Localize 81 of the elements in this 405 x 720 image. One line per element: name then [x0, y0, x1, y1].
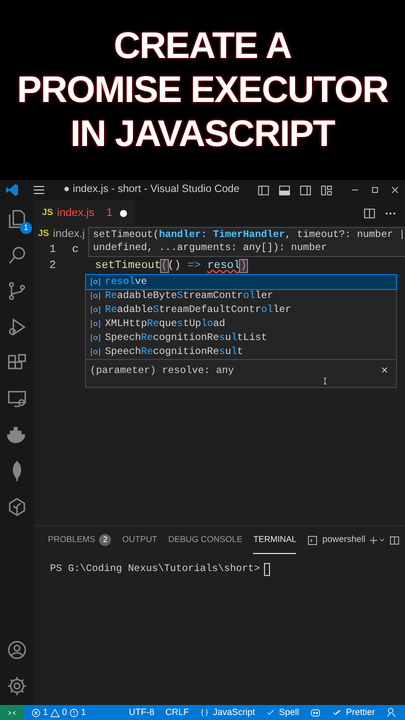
tab-label: index.js: [57, 206, 94, 221]
suggestion-detail: (parameter) resolve: any: [90, 364, 236, 379]
secondary-sidebar-icon[interactable]: [299, 184, 312, 196]
tree-icon[interactable]: [6, 496, 28, 518]
app-logo-icon: [4, 182, 20, 198]
breadcrumb[interactable]: index.j: [53, 226, 85, 242]
panel-tab[interactable]: TERMINAL: [253, 526, 296, 554]
close-icon[interactable]: [389, 184, 401, 196]
source-control-icon[interactable]: [6, 280, 28, 302]
count-badge: 2: [99, 534, 112, 546]
variable-icon: [90, 291, 101, 301]
settings-icon[interactable]: [6, 675, 28, 697]
terminal-prompt: PS G:\Coding Nexus\Tutorials\short>: [50, 562, 260, 577]
panel-tab[interactable]: DEBUG CONSOLE: [168, 526, 242, 554]
suggestion-label: SpeechRecognitionResult: [105, 346, 244, 360]
suggestion-item[interactable]: XMLHttpRequestUpload: [86, 317, 396, 331]
menu-icon[interactable]: [32, 183, 46, 197]
signature-text: setTimeout(handler: TimerHandler, timeout?: number |: [93, 229, 403, 242]
code-line: setTimeout(() => resol): [94, 258, 247, 274]
suggestion-item[interactable]: SpeechRecognitionResultList: [86, 331, 396, 345]
variable-icon: [90, 319, 101, 329]
sidebar-toggle-icon[interactable]: [257, 184, 270, 196]
copilot-icon[interactable]: [310, 707, 321, 718]
suggestion-label: SpeechRecognitionResultList: [105, 332, 268, 346]
add-terminal-icon[interactable]: [368, 534, 380, 546]
suggestion-label: ReadableStreamDefaultController: [105, 304, 292, 318]
panel-tab[interactable]: OUTPUT: [122, 526, 158, 554]
spell-status[interactable]: Spell: [266, 706, 299, 720]
headline-text: IN JAVASCRIPT: [70, 112, 335, 156]
text-cursor-icon: [321, 375, 329, 387]
terminal-cursor-icon: [264, 563, 270, 576]
files-icon[interactable]: [6, 208, 28, 230]
window-title: ● index.js - short - Visual Studio Code: [62, 182, 240, 198]
line-number: 1: [48, 242, 57, 258]
braces-icon: [200, 708, 209, 717]
js-file-icon: JS: [38, 227, 50, 241]
panel-toggle-icon[interactable]: [278, 184, 291, 196]
suggestion-item[interactable]: ReadableByteStreamController: [86, 289, 396, 303]
terminal-icon: [307, 534, 318, 546]
whale-icon[interactable]: [6, 424, 28, 446]
suggestion-item[interactable]: SpeechRecognitionResult: [86, 345, 396, 359]
layout-icon[interactable]: [320, 184, 333, 196]
split-editor-icon[interactable]: [363, 206, 376, 220]
warning-icon: [50, 708, 60, 718]
variable-icon: [90, 277, 101, 287]
variable-icon: [90, 347, 101, 357]
maximize-icon[interactable]: [369, 184, 381, 196]
suggestion-item[interactable]: resolve: [86, 275, 396, 289]
suggestion-label: ReadableByteStreamController: [105, 290, 274, 304]
variable-icon: [90, 305, 101, 315]
info-icon: [69, 708, 80, 718]
remote-monitor-icon[interactable]: [6, 388, 28, 410]
close-button[interactable]: ×: [376, 364, 392, 376]
problems-status[interactable]: 1 0 1: [31, 706, 86, 720]
language-status[interactable]: JavaScript: [200, 706, 255, 720]
account-icon[interactable]: [6, 639, 28, 661]
search-icon[interactable]: [6, 244, 28, 266]
suggestion-label: XMLHttpRequestUpload: [105, 318, 226, 332]
code-line: c: [71, 242, 79, 258]
signature-text: undefined, ...arguments: any[]): number: [93, 242, 328, 255]
double-check-icon: [332, 708, 342, 717]
status-item[interactable]: UTF-8: [128, 706, 154, 720]
check-icon: [266, 708, 275, 717]
status-item[interactable]: CRLF: [165, 706, 189, 720]
problem-count: 1: [106, 206, 112, 221]
headline-text: CREATE A: [114, 24, 292, 68]
js-file-icon: JS: [42, 206, 54, 220]
line-number: 2: [48, 258, 57, 274]
variable-icon: [90, 333, 101, 343]
split-terminal-icon[interactable]: [389, 534, 400, 546]
suggestion-item[interactable]: ReadableStreamDefaultController: [86, 303, 396, 317]
suggestion-label: resolve: [105, 276, 148, 290]
notification-badge: 1: [20, 222, 32, 234]
run-debug-icon[interactable]: [6, 316, 28, 338]
editor-tab[interactable]: JS index.js 1: [34, 200, 136, 226]
error-icon: [31, 708, 41, 718]
terminal-selector[interactable]: powershell: [307, 533, 366, 547]
chevron-down-icon[interactable]: [378, 536, 386, 544]
panel-tab[interactable]: PROBLEMS 2: [48, 526, 112, 554]
prettier-status[interactable]: Prettier: [332, 706, 375, 720]
headline-text: PROMISE EXECUTOR: [16, 68, 388, 112]
